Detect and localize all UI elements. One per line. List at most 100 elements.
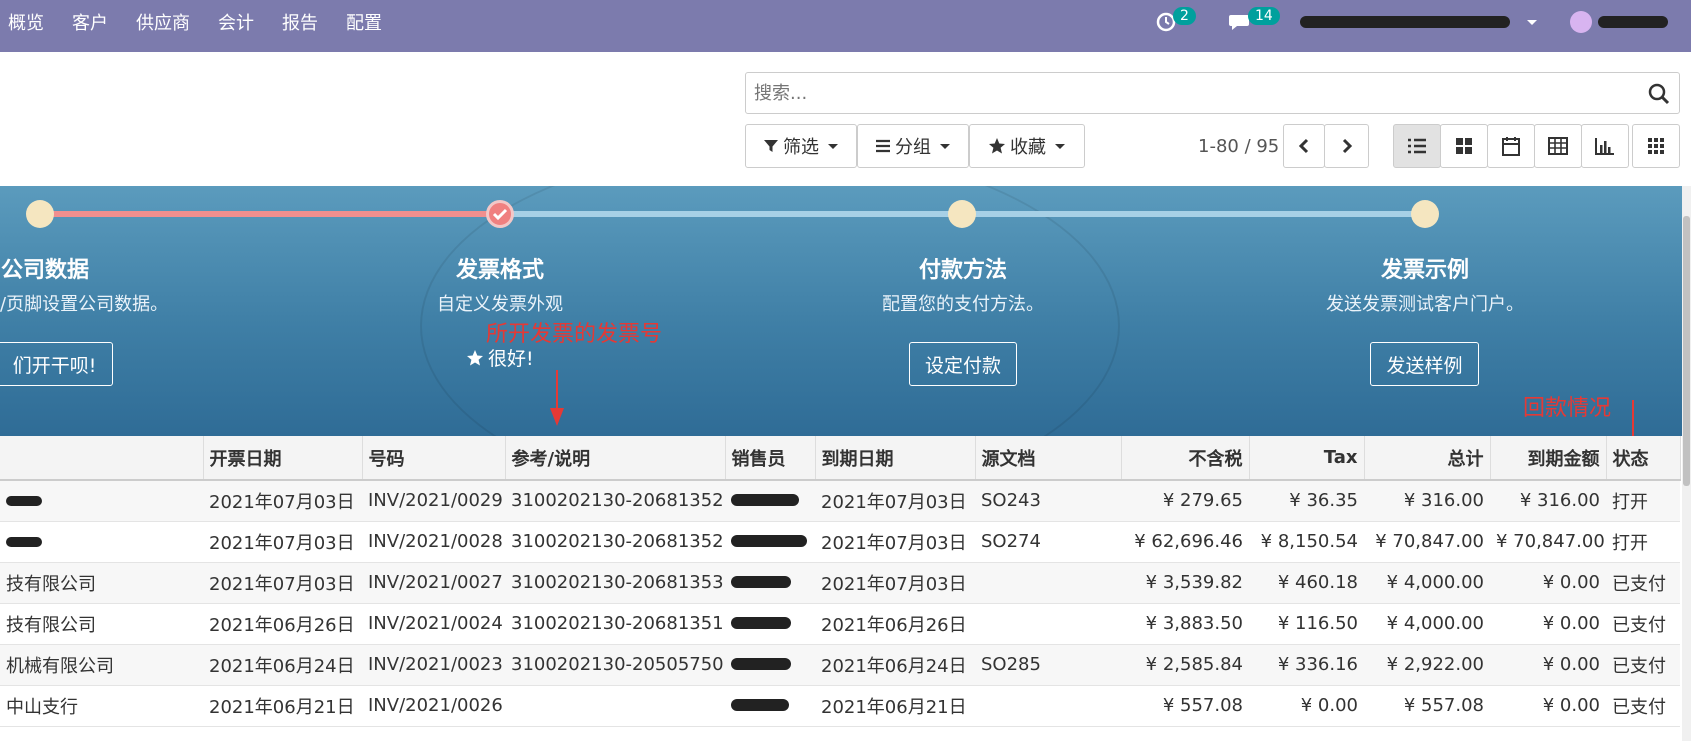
column-partner[interactable] <box>0 436 204 481</box>
message-badge: 14 <box>1248 7 1280 25</box>
number-cell: INV/2021/0024 <box>362 603 505 645</box>
pager-next-button[interactable] <box>1324 124 1369 168</box>
table-row[interactable]: 机械有限公司 2021年06月24日 INV/2021/0023 3100202… <box>0 644 1680 686</box>
kanban-view-icon <box>1456 138 1472 154</box>
graph-view-icon <box>1595 138 1614 155</box>
salesperson-cell <box>725 480 815 522</box>
invoice-date-cell: 2021年06月26日 <box>203 603 362 645</box>
column-tax[interactable]: Tax <box>1249 436 1365 481</box>
number-cell: INV/2021/0023 <box>362 644 505 686</box>
filter-icon <box>764 140 778 152</box>
group-by-button[interactable]: 分组 <box>857 124 969 168</box>
amount-due-cell: ¥ 0.00 <box>1490 603 1606 645</box>
menu-vendors[interactable]: 供应商 <box>136 9 190 35</box>
pivot-view-icon <box>1548 137 1568 155</box>
salesperson-cell <box>725 603 815 645</box>
vertical-scrollbar[interactable] <box>1682 186 1691 741</box>
menu-configuration[interactable]: 配置 <box>346 9 382 35</box>
favorites-button[interactable]: 收藏 <box>969 124 1085 168</box>
column-number[interactable]: 号码 <box>362 436 506 481</box>
partner-cell: 中山支行 <box>0 685 203 727</box>
chevron-left-icon <box>1298 138 1309 154</box>
partner-cell: 机械有限公司 <box>0 644 203 686</box>
due-date-cell: 2021年07月03日 <box>815 562 975 604</box>
menu-reporting[interactable]: 报告 <box>282 9 318 35</box>
reference-cell: 3100202130-20681351 <box>505 603 725 645</box>
number-cell: INV/2021/0026 <box>362 685 505 727</box>
activity-badge: 2 <box>1173 7 1196 25</box>
step-dot-payment-method <box>948 200 976 228</box>
menu-accounting[interactable]: 会计 <box>218 9 254 35</box>
amount-due-cell: ¥ 0.00 <box>1490 644 1606 686</box>
total-cell: ¥ 4,000.00 <box>1364 603 1490 645</box>
caret-down-icon <box>1527 20 1537 25</box>
invoice-table: 开票日期 号码 参考/说明 销售员 到期日期 源文档 不含税 Tax 总计 到期… <box>0 436 1681 727</box>
invoice-layout-done: 很好! <box>466 344 534 371</box>
grid-view-button[interactable] <box>1632 124 1680 168</box>
list-view-button[interactable] <box>1393 124 1441 168</box>
user-menu[interactable] <box>1570 0 1668 44</box>
untaxed-cell: ¥ 62,696.46 <box>1121 521 1249 563</box>
column-salesperson[interactable]: 销售员 <box>725 436 816 481</box>
caret-down-icon <box>940 144 950 149</box>
control-panel: 筛选 分组 收藏 1-80 / 95 <box>0 52 1691 186</box>
total-cell: ¥ 4,000.00 <box>1364 562 1490 604</box>
company-data-button[interactable]: 们开干呗! <box>0 342 113 386</box>
menu-customers[interactable]: 客户 <box>72 9 108 35</box>
salesperson-cell <box>725 562 815 604</box>
table-row[interactable]: 技有限公司 2021年06月26日 INV/2021/0024 31002021… <box>0 603 1680 645</box>
tax-cell: ¥ 8,150.54 <box>1249 521 1364 563</box>
pager-previous-button[interactable] <box>1283 124 1325 168</box>
step-subtitle-sample-invoice: 发送发票测试客户门户。 <box>1326 294 1524 315</box>
column-status[interactable]: 状态 <box>1606 436 1681 481</box>
star-icon <box>989 138 1005 154</box>
table-row[interactable]: 2021年07月03日 INV/2021/0029 3100202130-206… <box>0 480 1680 522</box>
column-amount-due[interactable]: 到期金额 <box>1490 436 1607 481</box>
table-row[interactable]: 中山支行 2021年06月21日 INV/2021/0026 2021年06月2… <box>0 685 1680 727</box>
filter-label: 筛选 <box>783 137 819 158</box>
column-untaxed[interactable]: 不含税 <box>1121 436 1250 481</box>
salesperson-cell <box>725 521 815 563</box>
column-source-document[interactable]: 源文档 <box>975 436 1122 481</box>
search-input[interactable] <box>746 73 1626 113</box>
activity-menu[interactable]: 2 <box>1155 0 1196 44</box>
column-due-date[interactable]: 到期日期 <box>815 436 976 481</box>
table-row[interactable]: 技有限公司 2021年07月03日 INV/2021/0027 31002021… <box>0 562 1680 604</box>
redacted-company-name <box>1300 16 1510 28</box>
favorites-label: 收藏 <box>1010 137 1046 158</box>
reference-cell <box>505 685 725 727</box>
table-row[interactable]: 2021年07月03日 INV/2021/0028 3100202130-206… <box>0 521 1680 563</box>
filter-button[interactable]: 筛选 <box>745 124 857 168</box>
caret-down-icon <box>1055 144 1065 149</box>
company-switcher[interactable] <box>1300 0 1540 44</box>
search-icon[interactable] <box>1647 82 1671 106</box>
set-payment-button[interactable]: 设定付款 <box>909 342 1017 386</box>
tax-cell: ¥ 460.18 <box>1249 562 1364 604</box>
source-document-cell: SO243 <box>975 480 1121 522</box>
number-cell: INV/2021/0027 <box>362 562 505 604</box>
done-label: 很好! <box>488 348 534 370</box>
due-date-cell: 2021年07月03日 <box>815 521 975 563</box>
step-title-invoice-layout: 发票格式 <box>455 258 544 283</box>
untaxed-cell: ¥ 279.65 <box>1121 480 1249 522</box>
column-total[interactable]: 总计 <box>1364 436 1491 481</box>
pivot-view-button[interactable] <box>1534 124 1582 168</box>
step-dot-invoice-layout <box>486 200 514 228</box>
menu-overview[interactable]: 概览 <box>8 9 44 35</box>
search-box <box>745 72 1680 114</box>
pager-value[interactable]: 1-80 / 95 <box>1198 136 1279 157</box>
messaging-menu[interactable]: 14 <box>1228 0 1280 44</box>
table-header-row: 开票日期 号码 参考/说明 销售员 到期日期 源文档 不含税 Tax 总计 到期… <box>0 436 1681 481</box>
column-reference[interactable]: 参考/说明 <box>505 436 726 481</box>
progress-line-done <box>40 211 500 217</box>
due-date-cell: 2021年06月21日 <box>815 685 975 727</box>
send-sample-button[interactable]: 发送样例 <box>1370 342 1479 386</box>
graph-view-button[interactable] <box>1581 124 1629 168</box>
calendar-view-button[interactable] <box>1487 124 1535 168</box>
untaxed-cell: ¥ 3,539.82 <box>1121 562 1249 604</box>
scrollbar-thumb[interactable] <box>1683 216 1690 486</box>
column-invoice-date[interactable]: 开票日期 <box>203 436 363 481</box>
kanban-view-button[interactable] <box>1440 124 1488 168</box>
status-cell: 已支付 <box>1606 562 1680 604</box>
tax-cell: ¥ 336.16 <box>1249 644 1364 686</box>
